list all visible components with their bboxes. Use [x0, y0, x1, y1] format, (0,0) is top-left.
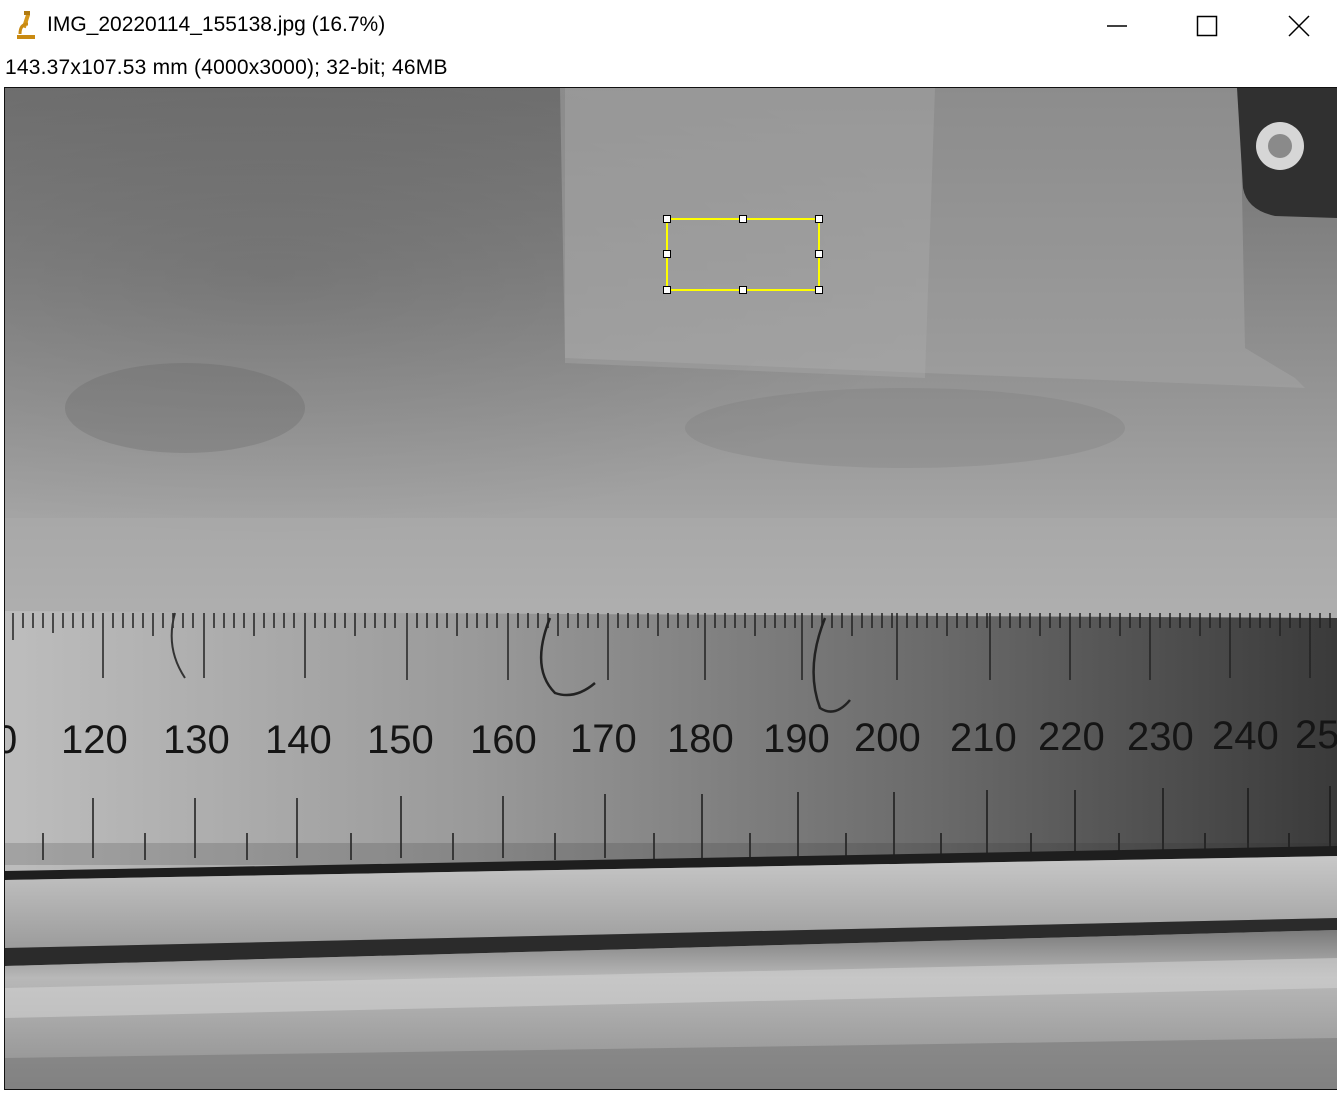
maximize-icon: [1196, 15, 1218, 37]
window-title: IMG_20220114_155138.jpg (16.7%): [47, 13, 386, 36]
roi-selection[interactable]: [5, 88, 1337, 1089]
imagej-microscope-icon: [17, 11, 35, 39]
roi-handle[interactable]: [815, 250, 823, 258]
minimize-icon: [1107, 25, 1127, 27]
close-icon: [1288, 15, 1310, 37]
image-canvas[interactable]: 0 120 130 140 150 160 170 180 190 200 21…: [4, 87, 1337, 1090]
title-bar[interactable]: IMG_20220114_155138.jpg (16.7%): [0, 0, 1337, 52]
roi-handle[interactable]: [815, 215, 823, 223]
close-button[interactable]: [1253, 0, 1337, 52]
image-info: 143.37x107.53 mm (4000x3000); 32-bit; 46…: [5, 56, 448, 79]
roi-handle[interactable]: [663, 250, 671, 258]
roi-handle[interactable]: [739, 286, 747, 294]
minimize-button[interactable]: [1071, 0, 1163, 52]
roi-handle[interactable]: [663, 215, 671, 223]
roi-handle[interactable]: [815, 286, 823, 294]
roi-handle[interactable]: [739, 215, 747, 223]
roi-handle[interactable]: [663, 286, 671, 294]
maximize-button[interactable]: [1161, 0, 1253, 52]
